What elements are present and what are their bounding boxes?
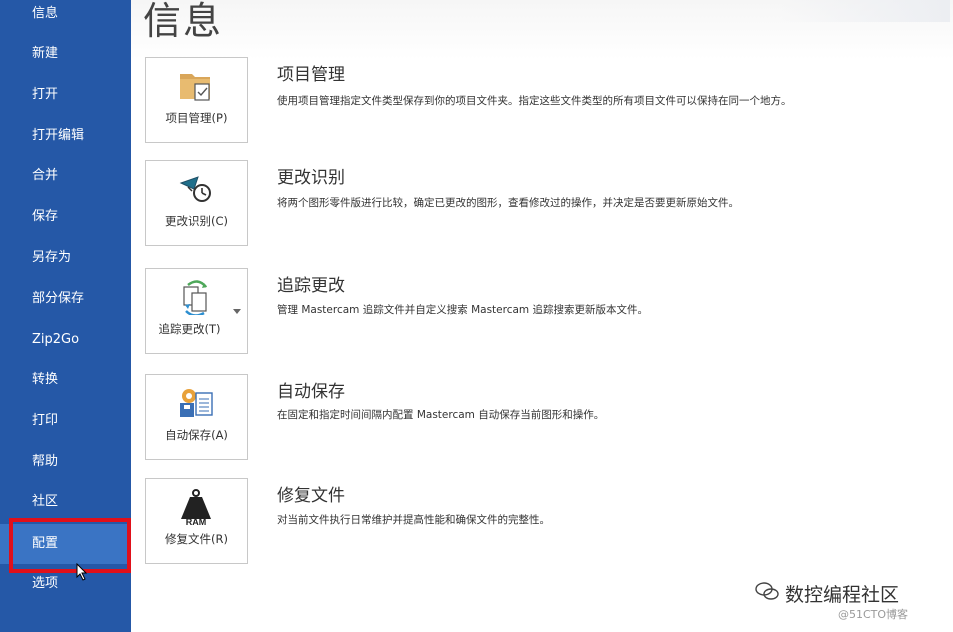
autosave-title: 自动保存 [277,382,345,402]
track-changes-title: 追踪更改 [277,276,345,296]
repair-file-description: 对当前文件执行日常维护并提高性能和确保文件的完整性。 [277,514,550,526]
change-recognition-button[interactable]: 更改识别(C) [145,160,248,246]
mouse-cursor-icon [76,563,88,581]
autosave-description: 在固定和指定时间间隔内配置 Mastercam 自动保存当前图形和操作。 [277,409,605,421]
sidebar-item-convert[interactable]: 转换 [0,360,131,400]
sidebar-item-print[interactable]: 打印 [0,401,131,441]
track-changes-button[interactable]: 追踪更改(T) [145,268,248,354]
track-changes-label: 追踪更改(T) [158,322,221,336]
change-recognition-description: 将两个图形零件版进行比较，确定已更改的图形，查看修改过的操作，并决定是否要更新原… [277,197,739,209]
project-management-label: 项目管理(P) [165,111,228,125]
change-recognition-title: 更改识别 [277,168,345,188]
repair-file-label: 修复文件(R) [165,532,228,546]
project-management-description: 使用项目管理指定文件类型保存到你的项目文件夹。指定这些文件类型的所有项目文件可以… [277,95,792,107]
sidebar-item-partial-save[interactable]: 部分保存 [0,279,131,319]
sidebar-item-open-edit[interactable]: 打开编辑 [0,116,131,156]
watermark-subtext: @51CTO博客 [838,608,909,621]
sidebar-item-help[interactable]: 帮助 [0,442,131,482]
sidebar-item-save-as[interactable]: 另存为 [0,238,131,278]
chevron-down-icon[interactable] [233,309,241,314]
sidebar-item-community[interactable]: 社区 [0,482,131,522]
repair-file-button[interactable]: RAM 修复文件(R) [145,478,248,564]
repair-file-title: 修复文件 [277,486,345,506]
sidebar-item-merge[interactable]: 合并 [0,156,131,196]
autosave-button[interactable]: 自动保存(A) [145,374,248,460]
sidebar-item-save[interactable]: 保存 [0,197,131,237]
project-folder-icon [180,74,210,101]
project-management-button[interactable]: 项目管理(P) [145,57,248,143]
header-decoration [780,0,950,22]
wechat-icon [755,582,779,600]
track-changes-description: 管理 Mastercam 追踪文件并自定义搜索 Mastercam 追踪搜索更新… [277,304,648,316]
change-recognition-label: 更改识别(C) [164,214,228,228]
change-recognition-icon [179,176,211,202]
sidebar-item-info[interactable]: 信息 [0,0,131,34]
watermark-text: 数控编程社区 [785,584,900,606]
sidebar-item-zip2go[interactable]: Zip2Go [0,320,131,360]
autosave-label: 自动保存(A) [165,428,228,442]
ram-weight-icon: RAM [181,489,211,525]
sidebar-item-new[interactable]: 新建 [0,34,131,74]
project-management-title: 项目管理 [277,65,345,85]
track-changes-icon [183,280,207,315]
autosave-icon [180,389,213,417]
config-highlight-box [9,518,131,573]
page-title: 信息 [143,0,224,43]
ram-icon-text: RAM [186,517,207,525]
sidebar-item-open[interactable]: 打开 [0,75,131,115]
